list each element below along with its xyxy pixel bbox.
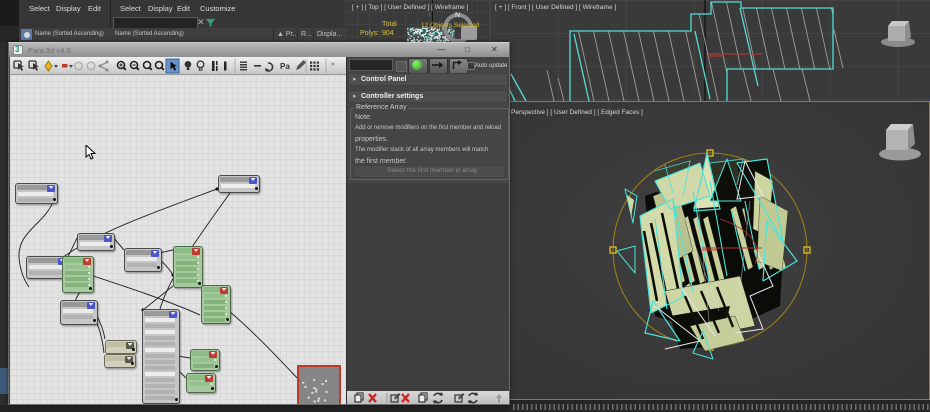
svg-text:»: » xyxy=(331,61,335,68)
svg-text:Pa: Pa xyxy=(280,62,290,71)
svg-text:N: N xyxy=(455,12,460,19)
